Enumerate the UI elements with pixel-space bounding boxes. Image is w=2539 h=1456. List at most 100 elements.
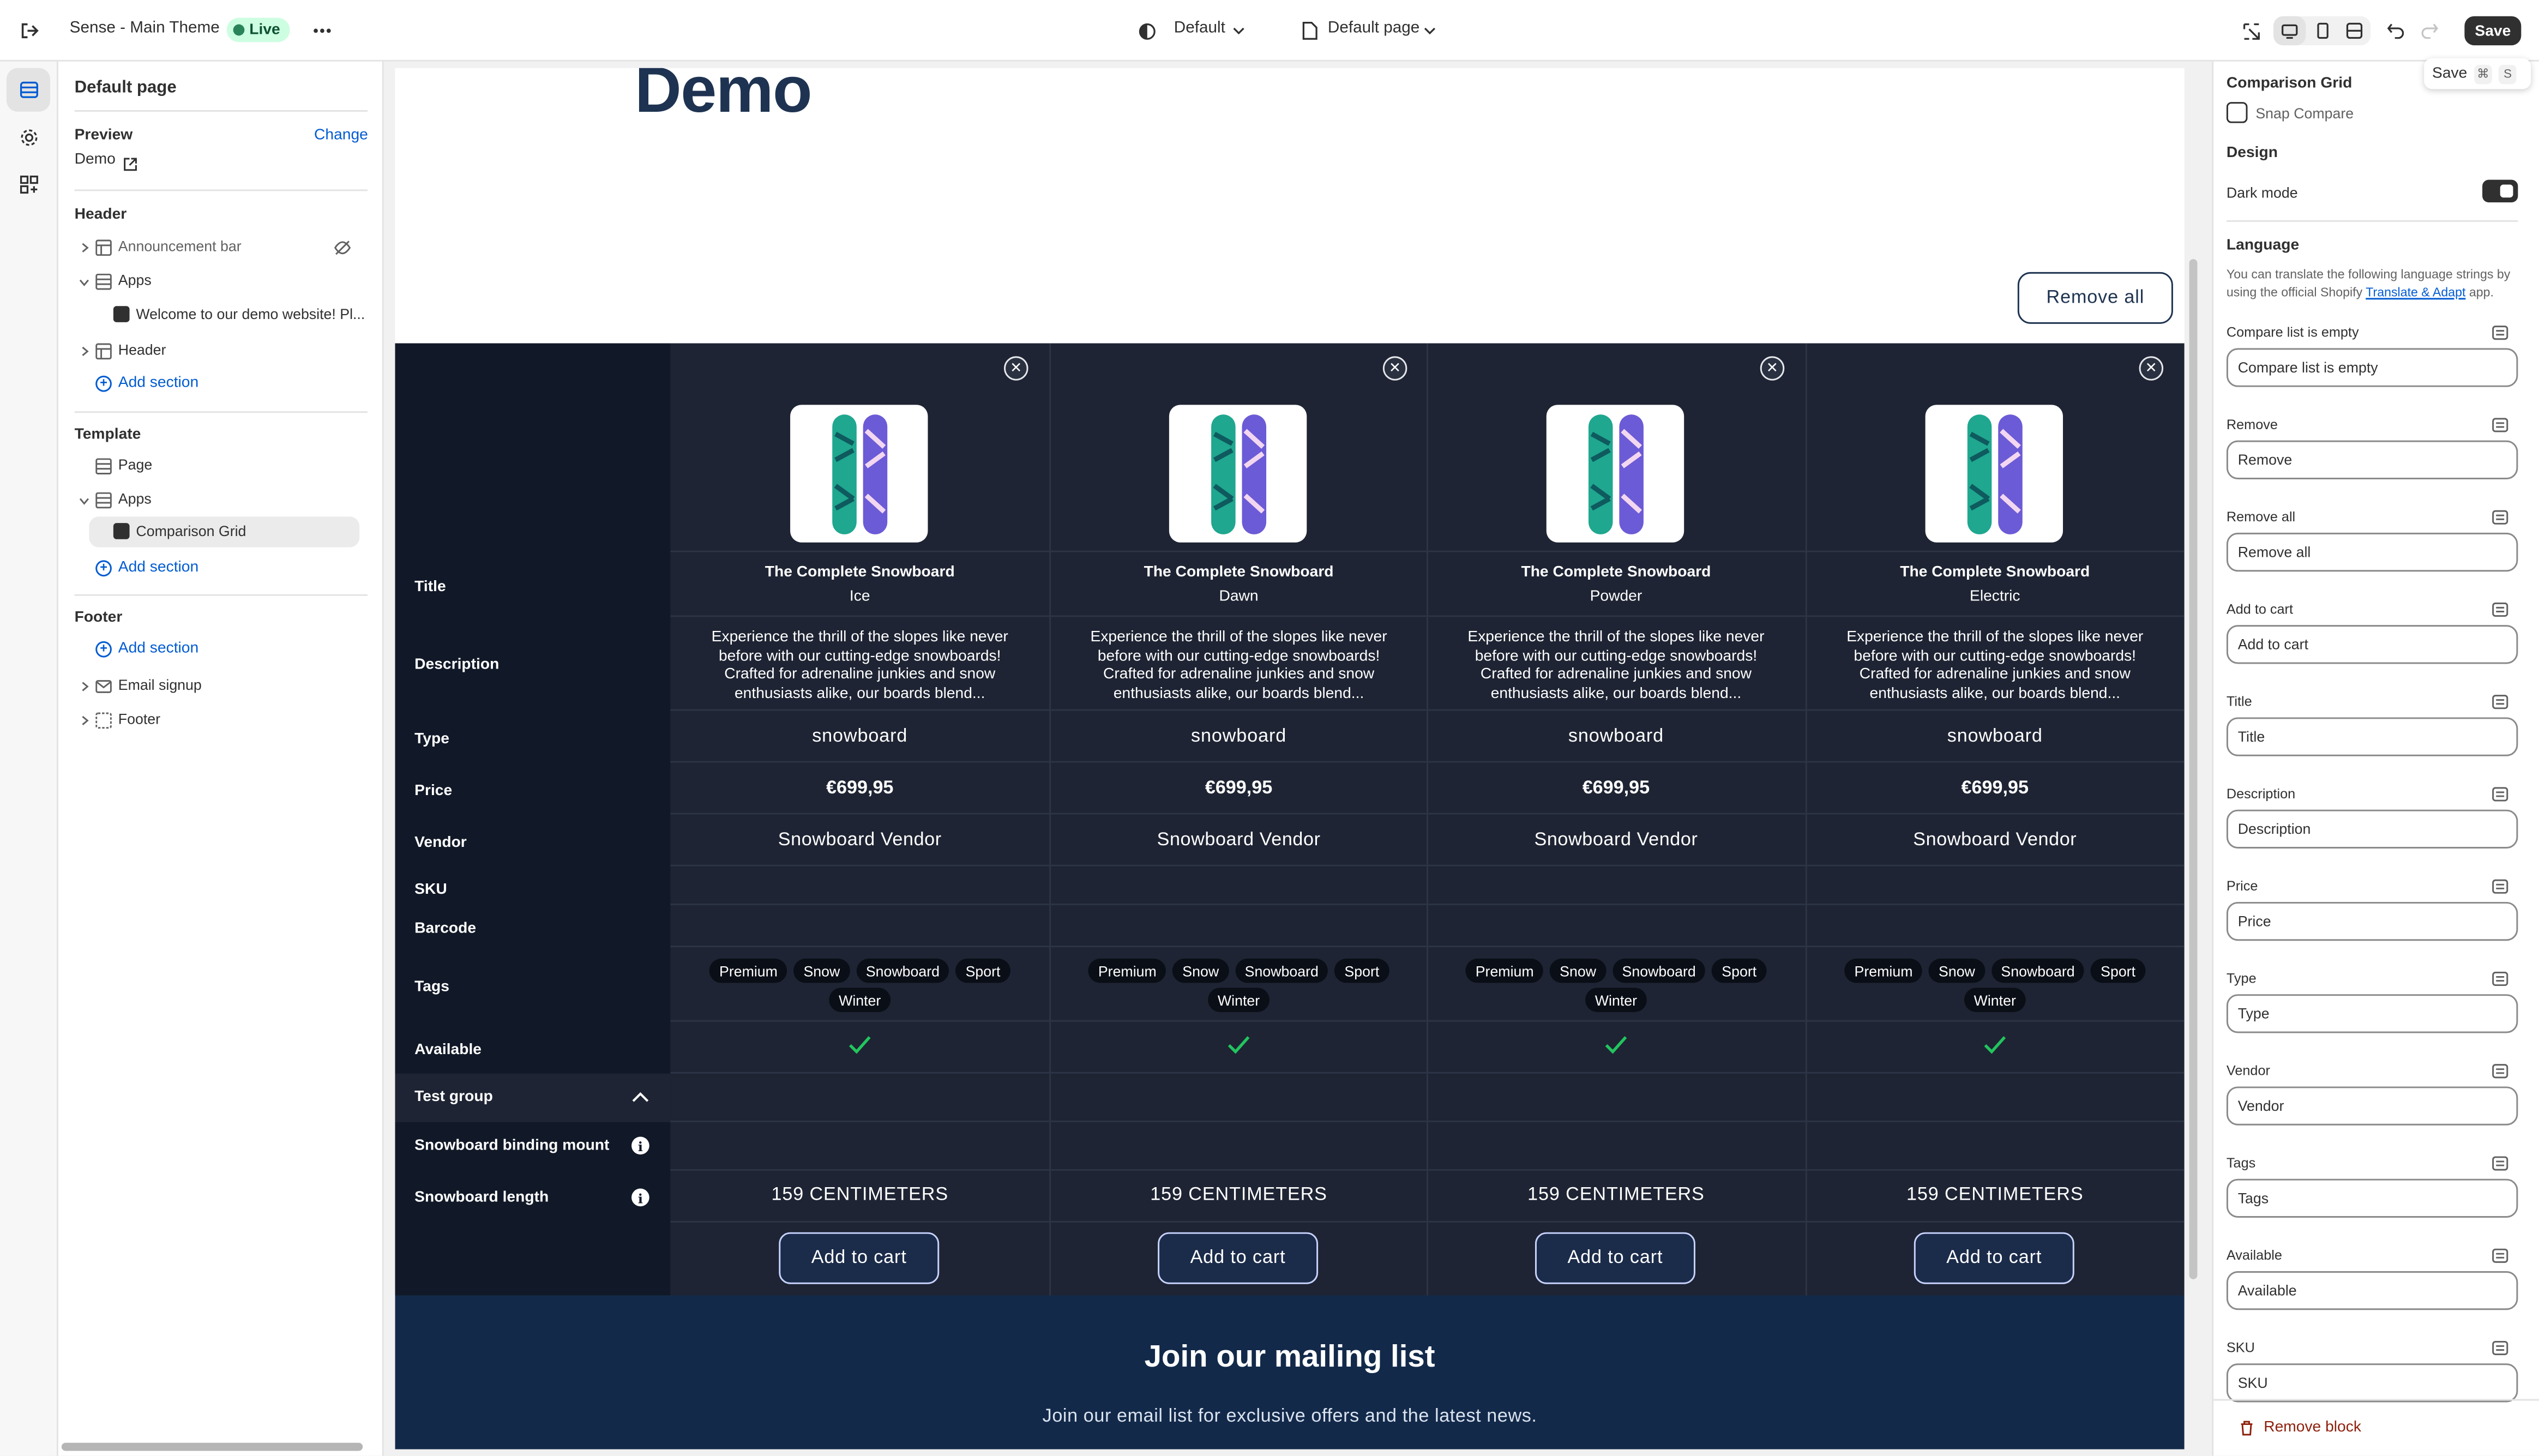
product-type: snowboard bbox=[1568, 727, 1664, 747]
product-image[interactable] bbox=[1546, 405, 1684, 543]
text-field[interactable]: Type bbox=[2226, 994, 2518, 1033]
eye-off-icon[interactable] bbox=[334, 239, 352, 256]
sidebar-item-email-signup[interactable]: Email signup bbox=[75, 675, 366, 698]
remove-product-close-icon[interactable]: ✕ bbox=[2139, 356, 2164, 381]
dynamic-source-icon[interactable] bbox=[2492, 602, 2508, 617]
sidebar-item-header[interactable]: Header bbox=[75, 340, 366, 363]
product-name[interactable]: The Complete Snowboard bbox=[1427, 563, 1806, 581]
chevron-right-icon[interactable] bbox=[78, 680, 91, 693]
text-field[interactable]: Compare list is empty bbox=[2226, 348, 2518, 387]
change-link[interactable]: Change bbox=[314, 127, 368, 145]
product-length: 159 CENTIMETERS bbox=[1527, 1185, 1705, 1205]
add-to-cart-button[interactable]: Add to cart bbox=[1914, 1232, 2074, 1284]
dynamic-source-icon[interactable] bbox=[2492, 326, 2508, 340]
add-to-cart-button[interactable]: Add to cart bbox=[1535, 1232, 1695, 1284]
undo-icon[interactable] bbox=[2384, 20, 2406, 43]
dynamic-source-icon[interactable] bbox=[2492, 510, 2508, 525]
inspector-icon[interactable] bbox=[2240, 20, 2263, 43]
fullscreen-view-icon[interactable] bbox=[2338, 16, 2370, 45]
viewport-toggle bbox=[2273, 16, 2371, 46]
remove-all-button[interactable]: Remove all bbox=[2017, 272, 2173, 324]
sidebar-item-page[interactable]: Page bbox=[75, 455, 366, 478]
external-link-icon[interactable] bbox=[123, 151, 140, 171]
more-icon[interactable] bbox=[309, 20, 335, 43]
sidebar-item-comparison-grid[interactable]: Comparison Grid bbox=[89, 516, 360, 547]
theme-selector[interactable]: Default bbox=[1174, 20, 1225, 38]
product-image[interactable] bbox=[1169, 405, 1307, 543]
dynamic-source-icon[interactable] bbox=[2492, 695, 2508, 709]
text-field[interactable]: Remove all bbox=[2226, 532, 2518, 572]
mailing-subtext: Join our email list for exclusive offers… bbox=[1042, 1407, 1537, 1427]
field-label: Remove all bbox=[2226, 508, 2296, 525]
chevron-down-icon[interactable] bbox=[78, 275, 91, 288]
dynamic-source-icon[interactable] bbox=[2492, 1340, 2508, 1356]
dark-mode-toggle[interactable] bbox=[2482, 179, 2518, 203]
field-label: Vendor bbox=[2226, 1062, 2270, 1079]
chevron-right-icon[interactable] bbox=[78, 714, 91, 727]
sidebar-item-footer[interactable]: Footer bbox=[75, 709, 366, 732]
add-section-button[interactable]: + Add section bbox=[95, 374, 198, 392]
product-image[interactable] bbox=[790, 405, 928, 543]
chevron-up-icon[interactable] bbox=[631, 1091, 649, 1103]
text-field[interactable]: SKU bbox=[2226, 1363, 2518, 1403]
sections-icon[interactable] bbox=[6, 68, 51, 112]
chevron-right-icon[interactable] bbox=[78, 345, 91, 358]
dynamic-source-icon[interactable] bbox=[2492, 879, 2508, 894]
sidebar-item-apps-template[interactable]: Apps bbox=[75, 489, 366, 512]
product-name[interactable]: The Complete Snowboard bbox=[670, 563, 1049, 581]
sidebar-item-announcement-bar[interactable]: Announcement bar bbox=[75, 237, 366, 260]
translate-adapt-link[interactable]: Translate & Adapt bbox=[2366, 285, 2465, 300]
chevron-down-icon[interactable] bbox=[78, 494, 91, 507]
info-icon[interactable]: i bbox=[631, 1188, 649, 1207]
tag: Snowboard bbox=[1612, 958, 1706, 983]
product-name[interactable]: The Complete Snowboard bbox=[1049, 563, 1428, 581]
remove-block-button[interactable]: Remove block bbox=[2240, 1418, 2361, 1436]
dynamic-source-icon[interactable] bbox=[2492, 1248, 2508, 1263]
text-field[interactable]: Price bbox=[2226, 901, 2518, 941]
add-to-cart-button[interactable]: Add to cart bbox=[779, 1232, 940, 1284]
remove-product-close-icon[interactable]: ✕ bbox=[1382, 356, 1407, 381]
exit-icon[interactable] bbox=[18, 20, 41, 43]
remove-product-close-icon[interactable]: ✕ bbox=[1760, 356, 1785, 381]
product-price: €699,95 bbox=[1961, 779, 2029, 798]
settings-gear-icon[interactable] bbox=[7, 115, 50, 159]
test-group-toggle[interactable]: Test group bbox=[395, 1073, 671, 1122]
chevron-right-icon[interactable] bbox=[78, 241, 91, 254]
text-field[interactable]: Title bbox=[2226, 717, 2518, 756]
save-button[interactable]: Save bbox=[2464, 16, 2522, 46]
product-type: snowboard bbox=[1947, 727, 2043, 747]
add-to-cart-button[interactable]: Add to cart bbox=[1158, 1232, 1319, 1284]
remove-product-close-icon[interactable]: ✕ bbox=[1004, 356, 1028, 381]
text-field[interactable]: Remove bbox=[2226, 440, 2518, 479]
redo-icon[interactable] bbox=[2417, 20, 2440, 43]
text-field[interactable]: Tags bbox=[2226, 1178, 2518, 1218]
text-field[interactable]: Description bbox=[2226, 809, 2518, 849]
add-section-button[interactable]: + Add section bbox=[95, 640, 198, 658]
product-image[interactable] bbox=[1925, 405, 2063, 543]
dynamic-source-icon[interactable] bbox=[2492, 1064, 2508, 1079]
row-label-tags: Tags bbox=[414, 978, 449, 996]
tag: Sport bbox=[2091, 958, 2145, 983]
page-selector[interactable]: Default page bbox=[1328, 20, 1419, 38]
dynamic-source-icon[interactable] bbox=[2492, 971, 2508, 986]
text-field[interactable]: Add to cart bbox=[2226, 625, 2518, 664]
header-group-label: Header bbox=[74, 206, 127, 224]
chevron-down-icon[interactable] bbox=[1231, 23, 1247, 39]
text-field[interactable]: Available bbox=[2226, 1271, 2518, 1310]
apps-icon[interactable] bbox=[7, 162, 50, 206]
horizontal-scrollbar[interactable] bbox=[61, 1442, 363, 1451]
text-field[interactable]: Vendor bbox=[2226, 1086, 2518, 1126]
add-section-button[interactable]: + Add section bbox=[95, 558, 198, 576]
tag-list: Premium Snow Snowboard Sport Winter bbox=[1806, 958, 2185, 1012]
vertical-scrollbar[interactable] bbox=[2189, 259, 2198, 1279]
mobile-view-icon[interactable] bbox=[2306, 16, 2338, 45]
desktop-view-icon[interactable] bbox=[2273, 16, 2306, 46]
info-icon[interactable]: i bbox=[631, 1136, 649, 1155]
dynamic-source-icon[interactable] bbox=[2492, 418, 2508, 432]
sidebar-item-welcome-block[interactable]: Welcome to our demo website! Pl... bbox=[107, 304, 366, 327]
chevron-down-icon[interactable] bbox=[1422, 23, 1438, 39]
dynamic-source-icon[interactable] bbox=[2492, 1156, 2508, 1171]
product-name[interactable]: The Complete Snowboard bbox=[1806, 563, 2185, 581]
sidebar-item-apps[interactable]: Apps bbox=[75, 270, 366, 293]
dynamic-source-icon[interactable] bbox=[2492, 787, 2508, 802]
